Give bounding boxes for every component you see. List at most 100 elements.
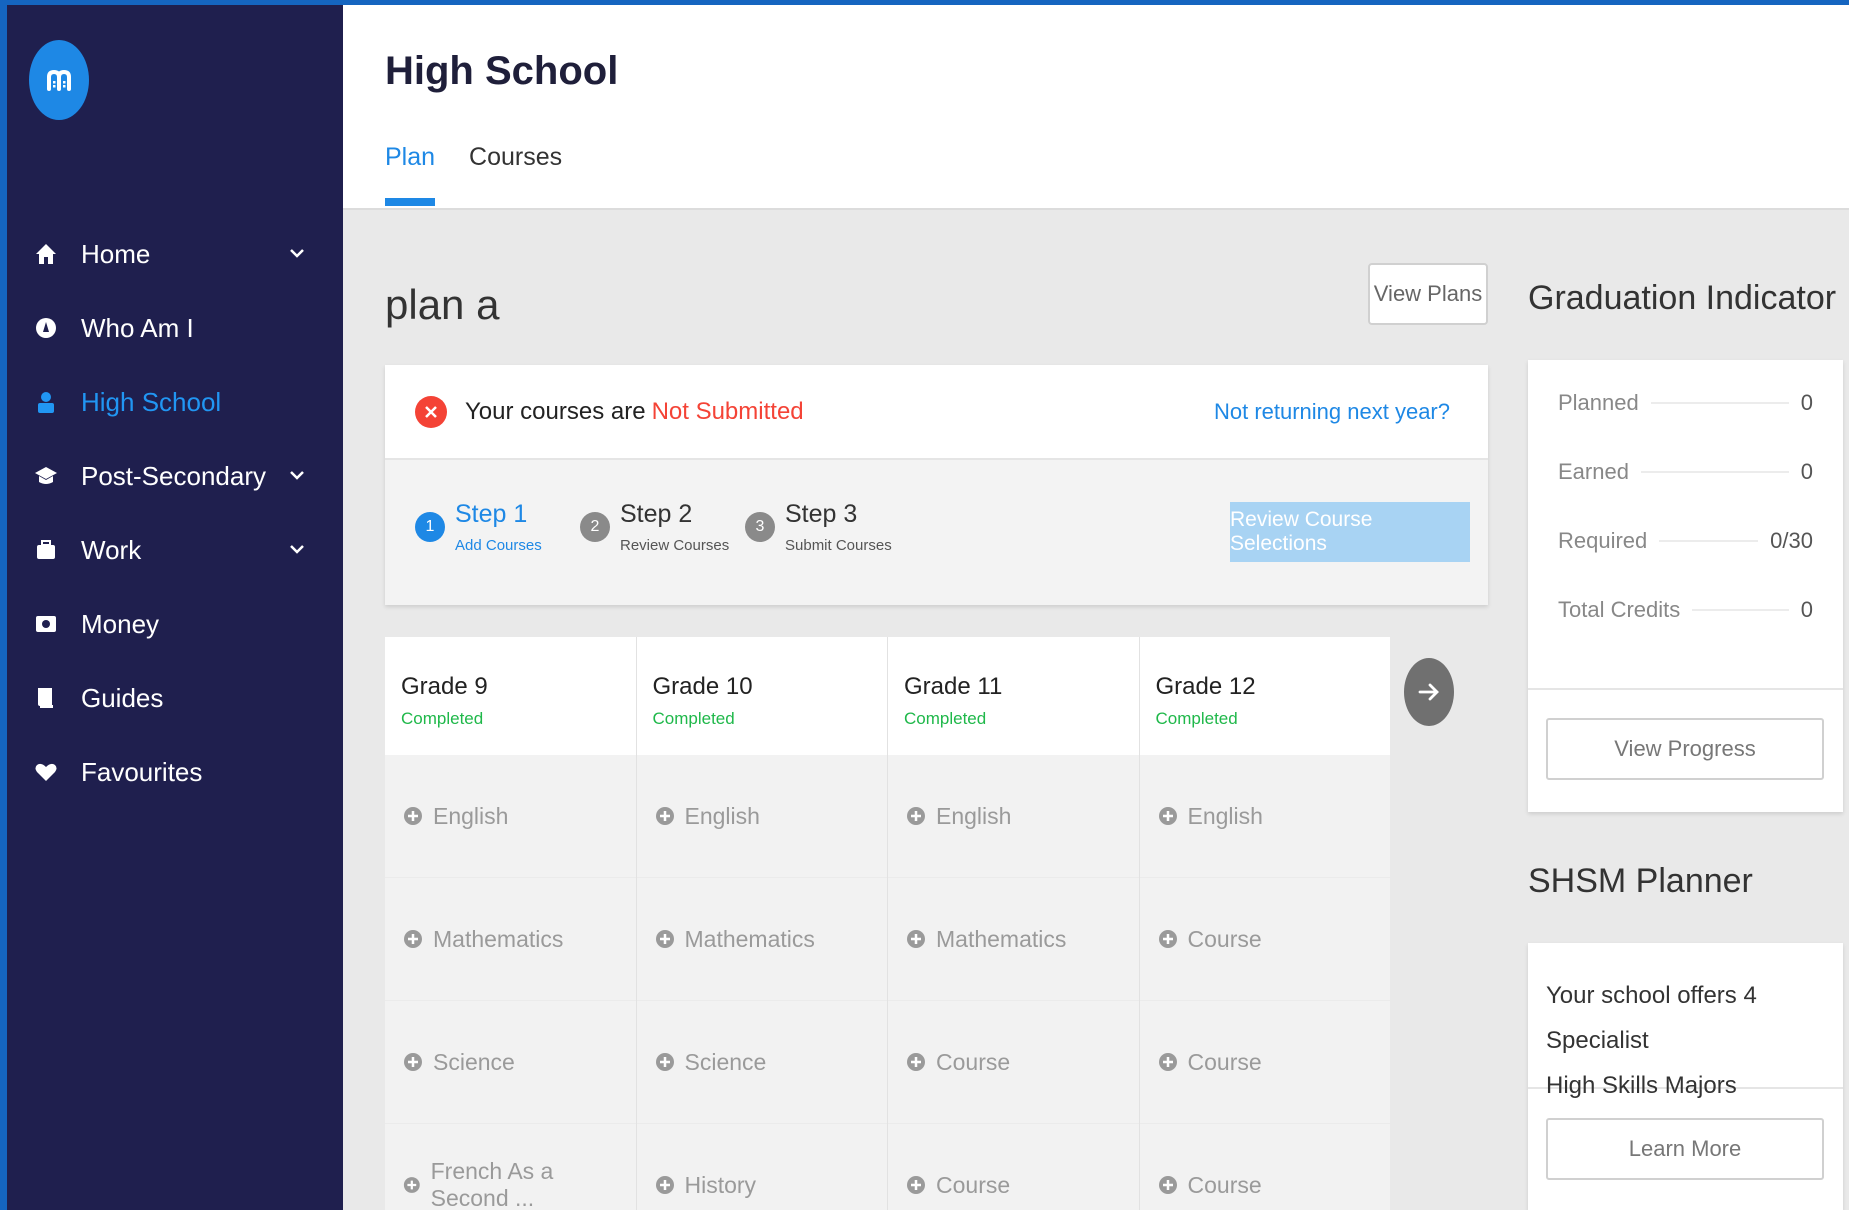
course-slot[interactable]: History (637, 1124, 888, 1210)
learn-more-button[interactable]: Learn More (1546, 1118, 1824, 1180)
credit-value: 0 (1800, 458, 1813, 484)
app-logo[interactable] (29, 40, 89, 120)
course-label: English (936, 802, 1012, 829)
sidebar-item-who-am-i[interactable]: Who Am I (7, 291, 343, 365)
grade-status: Completed (652, 709, 735, 728)
sidebar-item-favourites[interactable]: Favourites (7, 735, 343, 809)
course-label: Mathematics (684, 925, 815, 952)
submission-status-card: Your courses are Not Submitted Not return… (385, 365, 1488, 605)
grade-status: Completed (401, 709, 484, 728)
view-plans-button[interactable]: View Plans (1368, 263, 1488, 325)
sidebar-item-home[interactable]: Home (7, 217, 343, 291)
not-returning-link[interactable]: Not returning next year? (1214, 399, 1450, 425)
add-circle-icon (655, 930, 674, 948)
sidebar-item-money[interactable]: Money (7, 587, 343, 661)
credit-row-total: Total Credits 0 (1528, 575, 1843, 644)
grade-title: Grade 12 (1155, 673, 1256, 700)
sidebar-item-label: High School (81, 386, 222, 417)
shsm-planner-title: SHSM Planner (1528, 862, 1753, 900)
chevron-down-icon[interactable] (287, 465, 307, 485)
tab-plan[interactable]: Plan (385, 143, 436, 206)
course-slot[interactable]: Course (1139, 878, 1390, 1001)
review-course-selections-button[interactable]: Review Course Selections (1230, 502, 1470, 562)
sidebar-item-guides[interactable]: Guides (7, 661, 343, 735)
page-header: High School Plan Courses (343, 5, 1849, 210)
course-label: English (1187, 802, 1263, 829)
course-slot[interactable]: Course (888, 1124, 1139, 1210)
shsm-line-1: Your school offers 4 Specialist (1546, 982, 1757, 1054)
step-2[interactable]: 2 Step 2 Review Courses (580, 500, 729, 554)
course-slot[interactable]: Course (1140, 1124, 1391, 1210)
course-slot[interactable]: English (888, 755, 1139, 878)
course-slot[interactable]: Course (888, 1001, 1139, 1124)
step-number: 2 (580, 512, 610, 542)
course-slot[interactable]: Mathematics (636, 878, 887, 1001)
sidebar-item-label: Home (81, 238, 151, 269)
course-label: English (433, 802, 509, 829)
course-label: Course (1187, 925, 1262, 952)
course-label: French As a Second ... (430, 1158, 554, 1210)
step-number: 3 (745, 512, 775, 542)
sidebar-item-post-secondary[interactable]: Post-Secondary (7, 439, 343, 513)
briefcase-icon (33, 537, 59, 563)
chevron-down-icon[interactable] (287, 539, 307, 559)
credit-label: Total Credits (1558, 596, 1681, 622)
next-grades-button[interactable] (1404, 658, 1454, 726)
step-1[interactable]: 1 Step 1 Add Courses (415, 500, 542, 554)
course-slot[interactable]: English (636, 755, 887, 878)
grade-status: Completed (1155, 709, 1238, 728)
course-slot[interactable]: Course (1139, 1001, 1390, 1124)
sidebar-item-label: Favourites (81, 756, 203, 787)
credit-value: 0 (1800, 389, 1813, 415)
graduation-indicator-title: Graduation Indicator (1528, 279, 1837, 317)
course-slot[interactable]: Mathematics (385, 878, 636, 1001)
grade-header: Grade 9 Completed (385, 637, 636, 755)
course-slot[interactable]: English (1139, 755, 1390, 878)
course-label: Science (684, 1048, 767, 1075)
sidebar-item-label: Who Am I (81, 312, 194, 343)
step-subtitle: Add Courses (455, 537, 542, 554)
course-label: Course (936, 1048, 1011, 1075)
sidebar: Home Who Am I High School Post-Secondary… (7, 5, 343, 1210)
sidebar-item-work[interactable]: Work (7, 513, 343, 587)
sidebar-item-label: Guides (81, 682, 164, 713)
credit-value: 0/30 (1770, 527, 1813, 553)
credit-label: Required (1558, 527, 1648, 553)
grade-header: Grade 10 Completed (636, 637, 887, 755)
step-number: 1 (415, 512, 445, 542)
grade-column: Grade 10 Completed English Mathematics S… (636, 637, 888, 1210)
course-label: Course (1187, 1171, 1262, 1198)
shsm-line-2: High Skills Majors (1546, 1072, 1737, 1099)
course-slot[interactable]: Mathematics (888, 878, 1139, 1001)
grade-title: Grade 9 (401, 673, 488, 700)
add-circle-icon (1158, 1053, 1177, 1071)
sidebar-item-high-school[interactable]: High School (7, 365, 343, 439)
add-circle-icon (655, 1176, 674, 1194)
course-label: Course (1187, 1048, 1262, 1075)
credit-row-earned: Earned 0 (1528, 437, 1843, 506)
course-slot[interactable]: Science (636, 1001, 887, 1124)
status-prefix: Your courses are (465, 397, 646, 425)
graduation-cap-icon (33, 463, 59, 489)
credit-row-planned: Planned 0 (1528, 368, 1843, 437)
main-content: High School Plan Courses plan a View Pla… (343, 5, 1849, 1210)
sidebar-item-label: Work (81, 534, 142, 565)
status-message: Your courses are Not Submitted (465, 398, 804, 426)
step-3[interactable]: 3 Step 3 Submit Courses (745, 500, 892, 554)
view-progress-button[interactable]: View Progress (1546, 718, 1824, 780)
chevron-down-icon[interactable] (287, 243, 307, 263)
course-slot[interactable]: French As a Second ... (385, 1124, 636, 1210)
step-title: Step 3 (785, 500, 858, 528)
course-grid: Grade 9 Completed English Mathematics Sc… (385, 637, 1390, 1210)
course-slot[interactable]: Science (385, 1001, 636, 1124)
course-slot[interactable]: English (385, 755, 636, 878)
tab-courses[interactable]: Courses (469, 143, 562, 204)
step-title: Step 1 (455, 500, 528, 528)
grade-header: Grade 11 Completed (888, 637, 1139, 755)
course-label: Mathematics (433, 925, 564, 952)
course-label: History (684, 1171, 757, 1198)
course-label: Mathematics (936, 925, 1067, 952)
steps-row: 1 Step 1 Add Courses 2 Step 2 Review Cou… (385, 460, 1488, 605)
add-circle-icon (404, 930, 422, 948)
book-icon (33, 685, 59, 711)
